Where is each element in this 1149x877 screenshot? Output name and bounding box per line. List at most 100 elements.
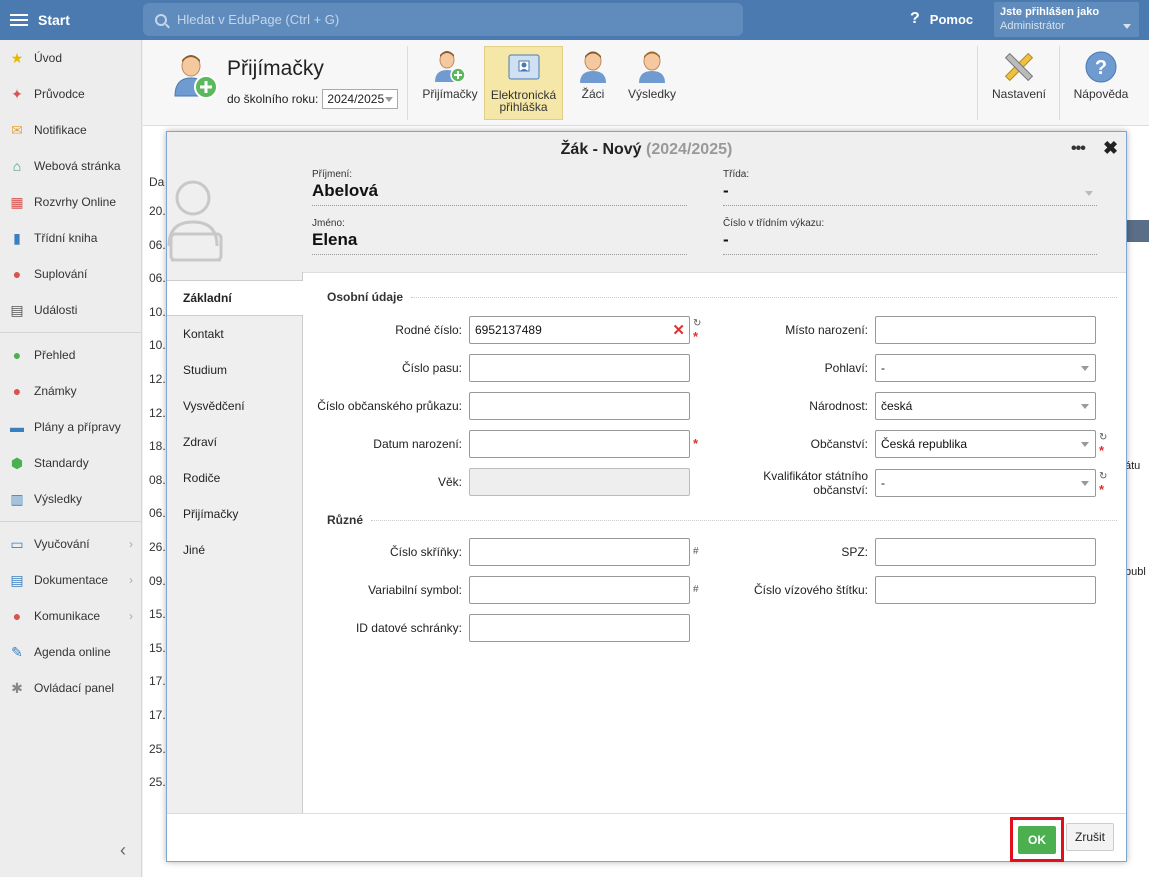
sidebar-item-notifikace[interactable]: ✉ Notifikace — [0, 112, 141, 148]
kvalifikator-value: - — [881, 476, 885, 490]
sidebar-item-vyučování[interactable]: ▭ Vyučování › — [0, 526, 141, 562]
obcanstvi-select[interactable]: Česká republika — [875, 430, 1096, 458]
school-year-select[interactable]: 2024/2025 — [322, 89, 399, 109]
tab-prijimacky[interactable]: Přijímačky — [167, 496, 302, 532]
variabilni-symbol-input[interactable] — [469, 576, 690, 604]
check-circle-icon: ● — [12, 347, 22, 363]
tab-zdravi[interactable]: Zdraví — [167, 424, 302, 460]
spz-input[interactable] — [875, 538, 1096, 566]
register-number-field[interactable]: Číslo v třídním výkazu: - — [723, 218, 1097, 255]
background-bar — [1125, 220, 1149, 242]
sidebar-item-suplování[interactable]: ● Suplování — [0, 256, 141, 292]
background-row-date: 06. — [149, 237, 166, 252]
tool-vysledky[interactable]: Výsledky — [623, 46, 681, 120]
start-link[interactable]: Start — [38, 12, 143, 28]
cancel-button[interactable]: Zrušit — [1066, 823, 1114, 851]
tab-kontakt[interactable]: Kontakt — [167, 316, 302, 352]
narodnost-select[interactable]: česká — [875, 392, 1096, 420]
refresh-icon[interactable]: ↻ — [1099, 472, 1107, 482]
tab-vysvedceni[interactable]: Vysvědčení — [167, 388, 302, 424]
background-row-date: 08. — [149, 472, 166, 487]
sidebar-item-label: Komunikace — [34, 609, 101, 623]
tab-jine[interactable]: Jiné — [167, 532, 302, 568]
sidebar-item-label: Třídní kniha — [34, 231, 98, 245]
hash-icon[interactable]: # — [693, 547, 699, 557]
cislo-viz-input[interactable] — [875, 576, 1096, 604]
clear-icon[interactable]: ✕ — [672, 321, 685, 339]
hash-icon[interactable]: # — [693, 585, 699, 595]
tool-zaci[interactable]: Žáci — [569, 46, 617, 120]
refresh-icon[interactable]: ↻ — [1099, 433, 1107, 443]
close-icon[interactable]: ✖ — [1103, 138, 1118, 159]
class-select[interactable]: Třída: - — [723, 169, 1097, 206]
sidebar-item-průvodce[interactable]: ✦ Průvodce — [0, 76, 141, 112]
tool-label: Výsledky — [627, 87, 677, 101]
dialog-title-text: Žák - Nový — [560, 141, 642, 158]
background-col-header: Da — [149, 175, 165, 189]
background-row-date: 10. — [149, 304, 166, 319]
pohlavi-label: Pohlaví: — [824, 361, 868, 375]
tab-rodice[interactable]: Rodiče — [167, 460, 302, 496]
sidebar-item-label: Standardy — [34, 456, 89, 470]
ok-button[interactable]: OK — [1018, 826, 1056, 854]
tool-nastaveni[interactable]: Nastavení — [989, 46, 1049, 120]
tool-elektronicka-prihlaska[interactable]: Elektronická přihláška — [484, 46, 563, 120]
more-options-icon[interactable]: ••• — [1071, 140, 1086, 158]
sidebar-item-komunikace[interactable]: ● Komunikace › — [0, 598, 141, 634]
hamburger-menu-icon[interactable] — [4, 0, 34, 40]
tab-studium[interactable]: Studium — [167, 352, 302, 388]
section-personal-title: Osobní údaje — [327, 290, 404, 304]
background-row-date: 26. — [149, 540, 166, 554]
rodne-cislo-label: Rodné číslo: — [395, 323, 462, 337]
sidebar-item-ovládací-panel[interactable]: ✱ Ovládací panel — [0, 670, 141, 706]
tool-label: Elektronická přihláška — [490, 88, 557, 114]
search-input[interactable]: Hledat v EduPage (Ctrl + G) — [143, 3, 743, 36]
background-fragment: átu — [1125, 460, 1141, 472]
user-menu[interactable]: Jste přihlášen jako Administrátor — [994, 2, 1139, 37]
shield-icon: ⬢ — [10, 454, 24, 471]
chart-circle-icon: ● — [12, 383, 22, 399]
user-line1: Jste přihlášen jako — [1000, 6, 1100, 18]
background-row-date: 18. — [149, 439, 166, 454]
sidebar-item-třídní-kniha[interactable]: ▮ Třídní kniha — [0, 220, 141, 256]
sidebar-item-plány-a-přípravy[interactable]: ▬ Plány a přípravy — [0, 409, 141, 445]
help-link[interactable]: ? Pomoc — [910, 10, 973, 28]
sidebar-item-webová-stránka[interactable]: ⌂ Webová stránka — [0, 148, 141, 184]
cislo-skrinky-input[interactable] — [469, 538, 690, 566]
sidebar-item-přehled[interactable]: ● Přehled — [0, 337, 141, 373]
pohlavi-select[interactable]: - — [875, 354, 1096, 382]
id-ds-input[interactable] — [469, 614, 690, 642]
sidebar-item-dokumentace[interactable]: ▤ Dokumentace › — [0, 562, 141, 598]
tool-napoveda[interactable]: ? Nápověda — [1069, 46, 1133, 120]
section-personal: Osobní údaje — [327, 290, 1117, 304]
obcanstvi-label: Občanství: — [810, 437, 868, 451]
refresh-icon[interactable]: ↻ — [693, 319, 701, 329]
surname-field[interactable]: Příjmení: Abelová — [312, 169, 687, 206]
user-role: Administrátor — [1000, 20, 1065, 32]
sidebar-item-label: Rozvrhy Online — [34, 195, 117, 209]
gear-icon: ✱ — [11, 679, 23, 696]
sidebar-item-label: Úvod — [34, 51, 63, 65]
dialog-form: Osobní údaje Rodné číslo: 6952137489 ✕ ↻… — [303, 272, 1126, 813]
sidebar-item-události[interactable]: ▤ Události — [0, 292, 141, 328]
sidebar-item-standardy[interactable]: ⬢ Standardy — [0, 445, 141, 481]
datum-narozeni-input[interactable] — [469, 430, 690, 458]
sidebar-item-známky[interactable]: ● Známky — [0, 373, 141, 409]
cislo-op-input[interactable] — [469, 392, 690, 420]
tool-prijimacky[interactable]: Přijímačky — [419, 46, 481, 120]
sidebar-item-výsledky[interactable]: ▥ Výsledky — [0, 481, 141, 517]
tab-zakladni[interactable]: Základní — [167, 280, 303, 316]
sidebar-item-rozvrhy-online[interactable]: ▦ Rozvrhy Online — [0, 184, 141, 220]
cislo-pasu-input[interactable] — [469, 354, 690, 382]
sidebar-item-úvod[interactable]: ★ Úvod — [0, 40, 141, 76]
sidebar: ★ Úvod ✦ Průvodce ✉ Notifikace ⌂ Webová stránka… — [0, 40, 142, 877]
kvalifikator-select[interactable]: - — [875, 469, 1096, 497]
required-icon: * — [1099, 443, 1105, 458]
background-row-date: 15. — [149, 607, 166, 622]
firstname-field[interactable]: Jméno: Elena — [312, 218, 687, 255]
rodne-cislo-input[interactable]: 6952137489 ✕ — [469, 316, 690, 344]
collapse-sidebar-icon[interactable]: ‹ — [120, 840, 126, 861]
misto-narozeni-input[interactable] — [875, 316, 1096, 344]
document-icon: ▤ — [10, 571, 24, 588]
sidebar-item-agenda-online[interactable]: ✎ Agenda online — [0, 634, 141, 670]
